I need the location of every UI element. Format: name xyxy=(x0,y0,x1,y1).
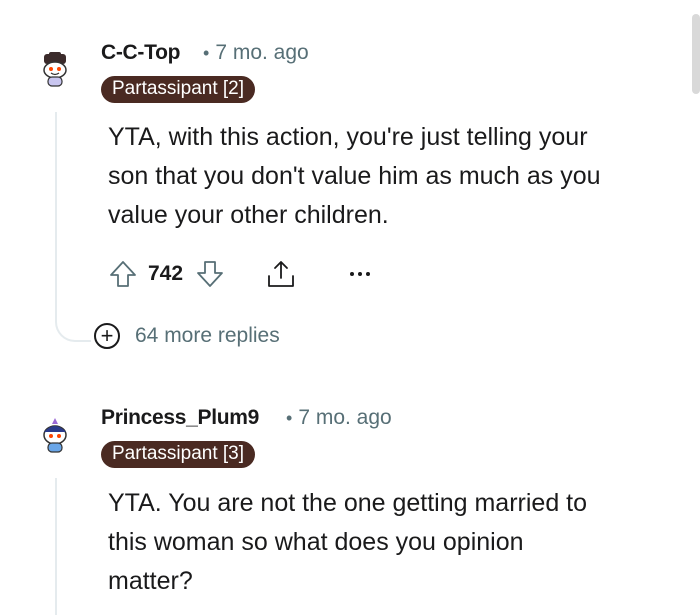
comment-line: YTA. You are not the one getting married… xyxy=(108,489,588,517)
upvote-icon[interactable] xyxy=(108,259,138,289)
meta-separator: • xyxy=(286,408,293,428)
comment-line: matter? xyxy=(108,567,193,595)
snoo-avatar-icon xyxy=(43,52,67,87)
comment-timestamp: • 7 mo. ago xyxy=(286,406,392,429)
comment-line: YTA, with this action, you're just telli… xyxy=(108,123,588,151)
comment-author[interactable]: Princess_Plum9 xyxy=(101,406,259,430)
thread-line-curve xyxy=(55,312,91,342)
comment-line: value your other children. xyxy=(108,201,389,229)
avatar[interactable] xyxy=(40,52,70,87)
user-flair: Partassipant [3] xyxy=(101,441,256,468)
comment-timestamp: • 7 mo. ago xyxy=(203,41,309,64)
comment-body: YTA, with this action, you're just telli… xyxy=(108,118,668,235)
comment-line: this woman so what does you opinion xyxy=(108,528,524,556)
more-options-icon[interactable] xyxy=(349,270,371,278)
share-icon[interactable] xyxy=(265,258,297,290)
comment-line: son that you don't value him as much as … xyxy=(108,162,601,190)
expand-icon: + xyxy=(94,323,120,349)
snoo-avatar-icon xyxy=(43,418,67,453)
vote-count: 742 xyxy=(148,262,184,285)
comment-body: YTA. You are not the one getting married… xyxy=(108,484,668,601)
thread-line[interactable] xyxy=(55,112,57,312)
more-replies-label: 64 more replies xyxy=(135,324,280,347)
user-flair: Partassipant [2] xyxy=(101,76,256,103)
comment-actions: 742 xyxy=(108,258,371,290)
comment-author[interactable]: C-C-Top xyxy=(101,41,180,65)
meta-separator: • xyxy=(203,43,210,63)
thread-line[interactable] xyxy=(55,478,57,615)
more-replies-button[interactable]: + 64 more replies xyxy=(94,323,280,349)
avatar[interactable] xyxy=(40,418,70,453)
downvote-icon[interactable] xyxy=(195,259,225,289)
scrollbar[interactable] xyxy=(692,14,700,94)
